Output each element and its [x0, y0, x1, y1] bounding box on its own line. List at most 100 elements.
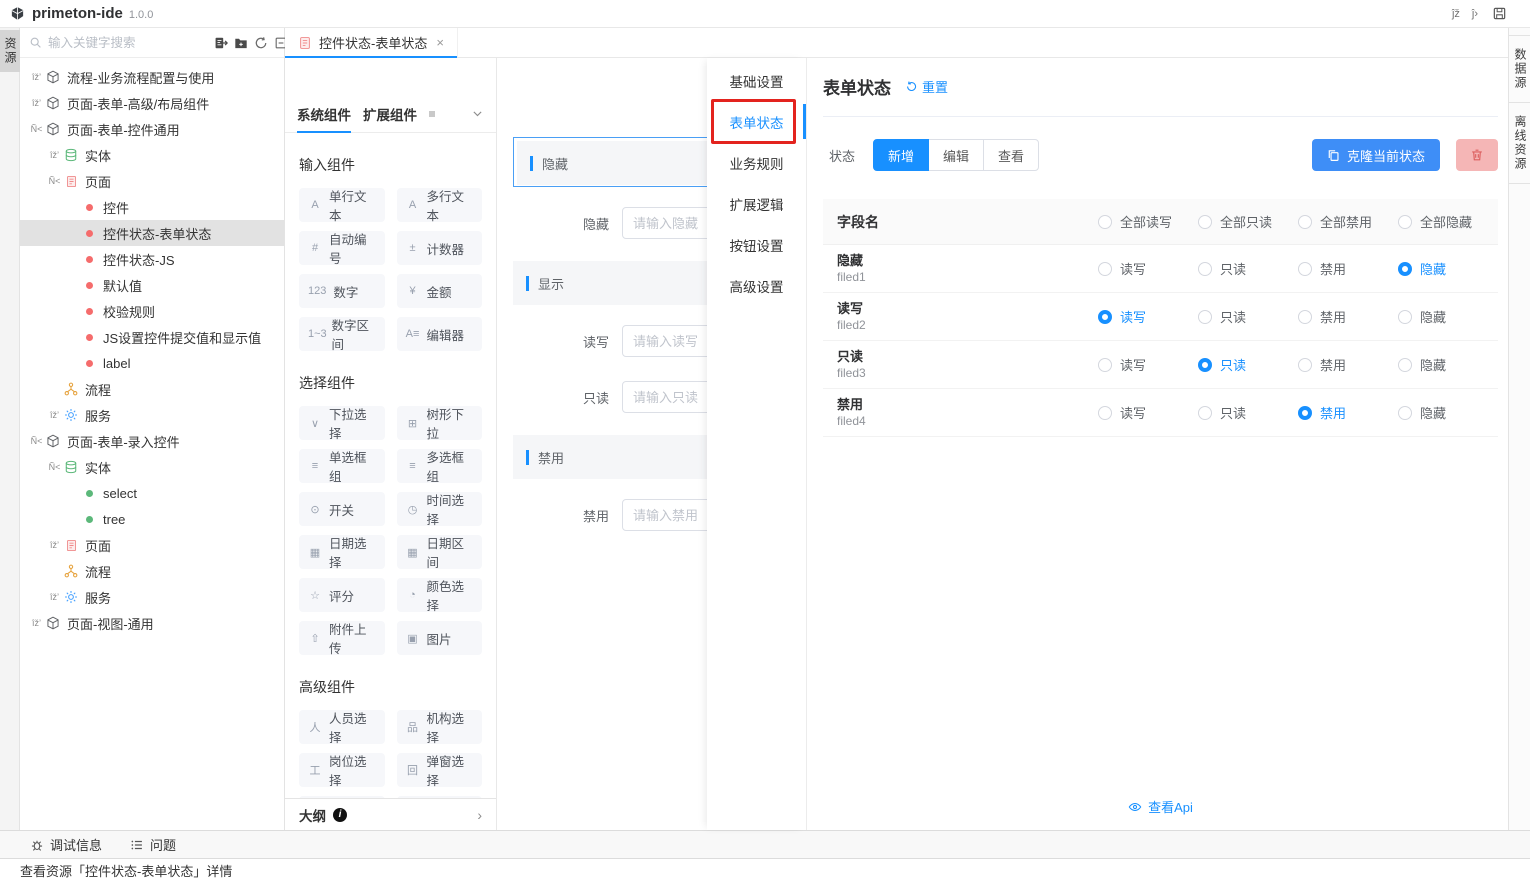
save-icon[interactable]: [1490, 5, 1508, 23]
palette-item[interactable]: ◷时间选择: [397, 492, 483, 526]
radio-button[interactable]: [1398, 358, 1412, 372]
state-button[interactable]: 编辑: [928, 139, 984, 171]
tree-item[interactable]: 控件: [20, 194, 284, 220]
caret-icon[interactable]: Ñ<: [46, 462, 63, 472]
radio-button[interactable]: [1298, 215, 1312, 229]
radio-button[interactable]: [1198, 215, 1212, 229]
palette-item[interactable]: ▦日期区间: [397, 535, 483, 569]
tab-system-components[interactable]: 系统组件: [297, 95, 351, 132]
radio-button[interactable]: [1398, 215, 1412, 229]
palette-item[interactable]: ◔颜色选择: [397, 578, 483, 612]
chevron-right-icon[interactable]: ›: [477, 807, 482, 823]
radio-button[interactable]: [1098, 406, 1112, 420]
palette-item[interactable]: 123数字: [299, 274, 385, 308]
caret-icon[interactable]: îž’: [28, 98, 45, 108]
outline-bar[interactable]: 大纲 i ›: [285, 798, 496, 830]
tree-item[interactable]: tree: [20, 506, 284, 532]
palette-item[interactable]: ⇧附件上传: [299, 621, 385, 655]
tree-item[interactable]: 流程: [20, 376, 284, 402]
add-folder-icon[interactable]: [232, 34, 250, 52]
tree-item[interactable]: JS设置控件提交值和显示值: [20, 324, 284, 350]
tree-item[interactable]: 控件状态-表单状态: [20, 220, 284, 246]
tree-item[interactable]: îž’实体: [20, 142, 284, 168]
settings-menu-item[interactable]: 高级设置: [707, 265, 806, 306]
radio-button[interactable]: [1198, 310, 1212, 324]
tree-item[interactable]: 默认值: [20, 272, 284, 298]
caret-icon[interactable]: îž’: [46, 410, 63, 420]
palette-item[interactable]: ☆评分: [299, 578, 385, 612]
caret-icon[interactable]: Ñ<: [46, 176, 63, 186]
radio-button[interactable]: [1298, 406, 1312, 420]
tree-item[interactable]: îž’服务: [20, 402, 284, 428]
palette-item[interactable]: ¥金额: [397, 274, 483, 308]
radio-button[interactable]: [1298, 310, 1312, 324]
search-input[interactable]: [48, 36, 209, 50]
tree-item[interactable]: îž’页面-表单-高级/布局组件: [20, 90, 284, 116]
radio-button[interactable]: [1398, 406, 1412, 420]
radio-button[interactable]: [1098, 215, 1112, 229]
export-icon[interactable]: [212, 34, 230, 52]
caret-icon[interactable]: îž’: [46, 150, 63, 160]
settings-menu-item[interactable]: 基础设置: [707, 60, 806, 101]
palette-item[interactable]: #自动编号: [299, 231, 385, 265]
state-button[interactable]: 查看: [983, 139, 1039, 171]
settings-menu-item[interactable]: 扩展逻辑: [707, 183, 806, 224]
state-button[interactable]: 新增: [873, 139, 929, 171]
panel-toggle-icon[interactable]: ĵž: [1452, 8, 1460, 20]
tree-item[interactable]: select: [20, 480, 284, 506]
settings-menu-item[interactable]: 按钮设置: [707, 224, 806, 265]
radio-button[interactable]: [1198, 406, 1212, 420]
tree-item[interactable]: îž’流程-业务流程配置与使用: [20, 64, 284, 90]
palette-item[interactable]: ≡多选框组: [397, 449, 483, 483]
caret-icon[interactable]: Ñ<: [28, 436, 45, 446]
tree-item[interactable]: Ñ<页面: [20, 168, 284, 194]
caret-icon[interactable]: Ñ<: [28, 124, 45, 134]
radio-button[interactable]: [1298, 358, 1312, 372]
palette-item[interactable]: ⊞树形下拉: [397, 406, 483, 440]
tree-item[interactable]: Ñ<页面-表单-控件通用: [20, 116, 284, 142]
caret-icon[interactable]: îž’: [28, 618, 45, 628]
settings-menu-item[interactable]: 表单状态: [707, 101, 806, 142]
radio-button[interactable]: [1198, 262, 1212, 276]
settings-menu-item[interactable]: 业务规则: [707, 142, 806, 183]
palette-item[interactable]: ⊙开关: [299, 492, 385, 526]
clone-state-button[interactable]: 克隆当前状态: [1312, 139, 1440, 171]
tree-item[interactable]: îž’页面: [20, 532, 284, 558]
tree-item[interactable]: 流程: [20, 558, 284, 584]
rail-tab-datasource[interactable]: 数据源: [1509, 35, 1530, 103]
caret-icon[interactable]: îž’: [28, 72, 45, 82]
tree-item[interactable]: 校验规则: [20, 298, 284, 324]
palette-item[interactable]: ▣图片: [397, 621, 483, 655]
chevron-down-icon[interactable]: [471, 107, 484, 120]
radio-button[interactable]: [1398, 262, 1412, 276]
palette-item[interactable]: 回弹窗选择: [397, 753, 483, 787]
tab-close-icon[interactable]: ×: [436, 35, 444, 50]
editor-tab[interactable]: 控件状态-表单状态 ×: [285, 28, 458, 57]
palette-item[interactable]: ±计数器: [397, 231, 483, 265]
palette-item[interactable]: 人人员选择: [299, 710, 385, 744]
tree-item[interactable]: label: [20, 350, 284, 376]
tree-item[interactable]: îž’页面-视图-通用: [20, 610, 284, 636]
panel-toggle-icon-2[interactable]: ĵ›: [1472, 8, 1478, 20]
palette-item[interactable]: A单行文本: [299, 188, 385, 222]
rail-tab-resources[interactable]: 资源: [0, 30, 20, 72]
radio-button[interactable]: [1098, 310, 1112, 324]
radio-button[interactable]: [1098, 262, 1112, 276]
radio-button[interactable]: [1398, 310, 1412, 324]
radio-button[interactable]: [1198, 358, 1212, 372]
palette-item[interactable]: A多行文本: [397, 188, 483, 222]
delete-state-button[interactable]: [1456, 139, 1498, 171]
debug-info-item[interactable]: 调试信息: [30, 835, 102, 854]
palette-item[interactable]: ≡单选框组: [299, 449, 385, 483]
palette-item[interactable]: 1~3数字区间: [299, 317, 385, 351]
radio-button[interactable]: [1298, 262, 1312, 276]
caret-icon[interactable]: îž’: [46, 540, 63, 550]
problems-item[interactable]: 问题: [130, 835, 176, 854]
palette-item[interactable]: ▦日期选择: [299, 535, 385, 569]
radio-button[interactable]: [1098, 358, 1112, 372]
palette-item[interactable]: ∨下拉选择: [299, 406, 385, 440]
palette-item[interactable]: 工岗位选择: [299, 753, 385, 787]
rail-tab-offline-resources[interactable]: 离线资源: [1509, 103, 1530, 184]
reset-link[interactable]: 重置: [905, 77, 948, 96]
view-api-link[interactable]: 查看Api: [823, 797, 1498, 816]
